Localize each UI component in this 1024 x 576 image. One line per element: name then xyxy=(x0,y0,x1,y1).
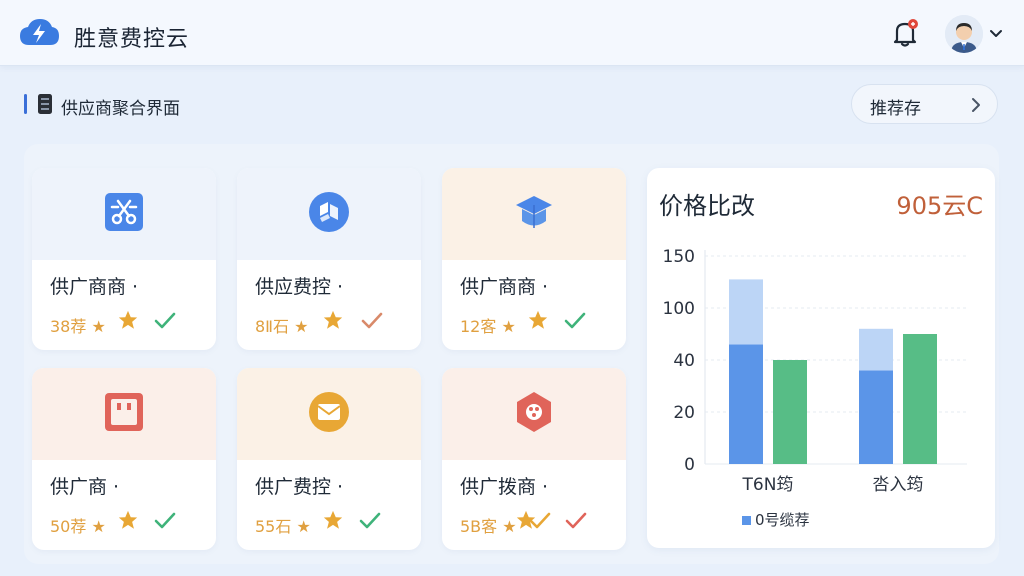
section-marker xyxy=(24,94,27,114)
card-metric: 55石 ★ xyxy=(255,517,311,536)
card-name: 供广费控 · xyxy=(255,476,344,498)
price-compare-card: 价格比改 905云C 0 20 40 100 150 T6N筠 呇入筠 0号缆荐 xyxy=(647,168,995,548)
page-title: 供应商聚合界面 xyxy=(61,99,180,119)
person-icon xyxy=(945,15,983,53)
y-tick-label: 150 xyxy=(663,247,695,267)
app-title: 胜意费控云 xyxy=(74,27,190,52)
recommend-button[interactable]: 推荐存 xyxy=(851,84,998,124)
check-icon xyxy=(154,512,176,529)
star-icon xyxy=(118,310,138,329)
card-metric: 8Ⅱ石 ★ xyxy=(255,317,309,336)
legend-label: 0号缆荐 xyxy=(755,511,810,529)
check-icon xyxy=(359,512,381,529)
card-name: 供广商 · xyxy=(50,476,120,498)
bar xyxy=(903,334,937,464)
y-tick-label: 100 xyxy=(663,299,695,319)
legend-swatch xyxy=(742,516,751,525)
chart-value: 905云C xyxy=(896,192,983,220)
star-icon xyxy=(528,310,548,329)
x-tick-label: 呇入筠 xyxy=(873,475,924,495)
cloud-bolt-icon[interactable] xyxy=(18,17,60,49)
card-metric: 50荐 ★ xyxy=(50,517,106,536)
supplier-card[interactable]: 供广商商 · 12客 ★ xyxy=(442,168,626,350)
check-icon xyxy=(564,312,586,329)
star-icon xyxy=(323,510,343,529)
card-metric: 38荐 ★ xyxy=(50,317,106,336)
card-name: 供广商商 · xyxy=(50,276,139,298)
check-icon xyxy=(154,312,176,329)
supplier-card[interactable]: 供广费控 · 55石 ★ xyxy=(237,368,421,550)
star-icon xyxy=(323,310,343,329)
chevron-down-icon[interactable] xyxy=(989,28,1003,40)
bar-stacked xyxy=(859,328,893,371)
check-icon xyxy=(361,312,383,329)
bar xyxy=(729,344,763,464)
supplier-card[interactable]: 供广拨商 · 5B客 ★ xyxy=(442,368,626,550)
star-icon xyxy=(118,510,138,529)
top-bar: 胜意费控云 xyxy=(0,0,1024,66)
chevron-right-icon xyxy=(972,98,980,112)
supplier-card[interactable]: 供应费控 · 8Ⅱ石 ★ xyxy=(237,168,421,350)
card-name: 供广拨商 · xyxy=(460,476,549,498)
envelope-icon xyxy=(309,392,349,432)
hexagon-nodes-icon xyxy=(517,392,551,432)
check-icon xyxy=(565,512,587,529)
calendar-square-icon xyxy=(105,393,143,431)
user-avatar[interactable] xyxy=(945,15,983,53)
bar-chart: 0 20 40 100 150 T6N筠 呇入筠 0号缆荐 xyxy=(663,247,967,529)
bar xyxy=(859,370,893,464)
card-metric: 12客 ★ xyxy=(460,317,516,336)
bar xyxy=(773,360,807,464)
check-icon xyxy=(529,512,551,529)
recommend-button-label: 推荐存 xyxy=(870,99,921,119)
scissors-tool-icon xyxy=(105,193,143,231)
chart-title: 价格比改 xyxy=(659,192,755,220)
cube-icon xyxy=(309,192,349,232)
document-icon xyxy=(38,94,52,114)
supplier-card[interactable]: 供广商商 · 38荐 ★ xyxy=(32,168,216,350)
supplier-card[interactable]: 供广商 · 50荐 ★ xyxy=(32,368,216,550)
x-tick-label: T6N筠 xyxy=(742,475,794,495)
y-tick-label: 20 xyxy=(673,403,695,423)
y-tick-label: 0 xyxy=(684,455,695,475)
card-name: 供广商商 · xyxy=(460,276,549,298)
card-name: 供应费控 · xyxy=(255,276,344,298)
bar-stacked xyxy=(729,279,763,345)
card-metric: 5B客 ★ xyxy=(460,517,517,536)
y-tick-label: 40 xyxy=(673,351,695,371)
bell-icon[interactable] xyxy=(889,17,921,49)
graduation-cap-icon xyxy=(516,196,552,228)
